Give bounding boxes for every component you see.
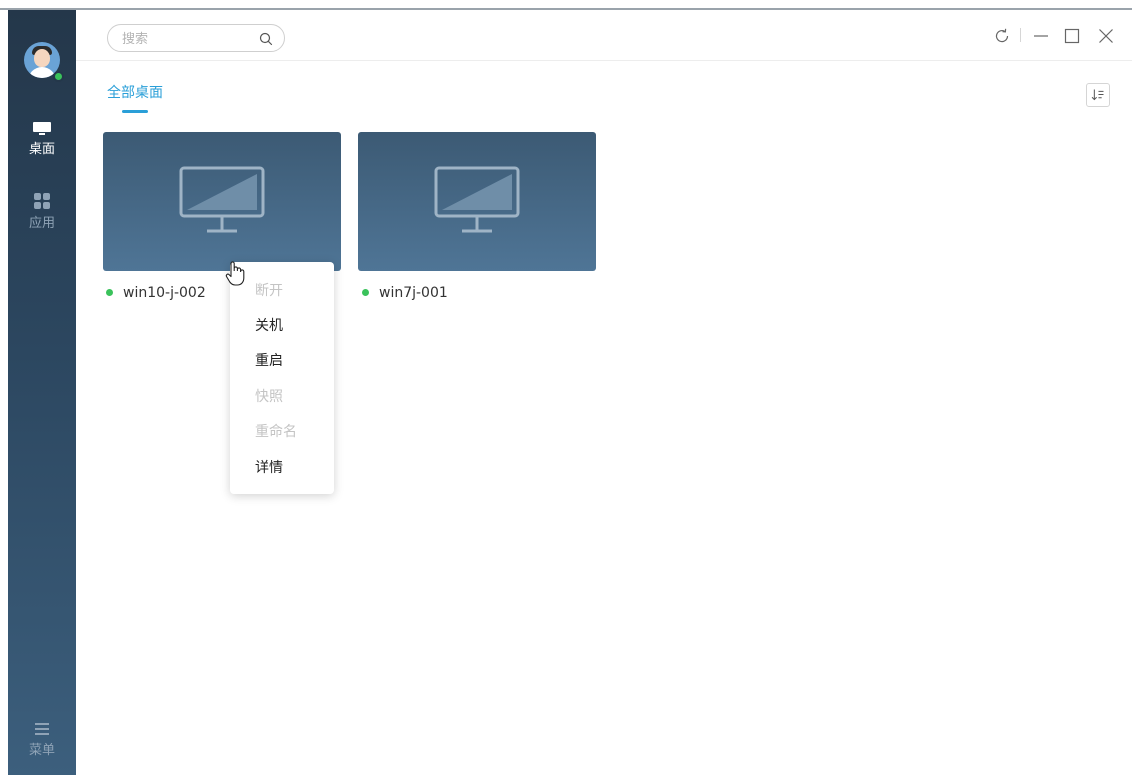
maximize-icon[interactable] <box>1062 26 1082 46</box>
desktop-name: win7j-001 <box>379 285 448 301</box>
menu-item-rename[interactable]: 重命名 <box>255 422 297 442</box>
tab-all-desktops[interactable]: 全部桌面 <box>107 82 163 102</box>
search-input[interactable] <box>122 29 252 49</box>
sort-button[interactable] <box>1086 83 1110 107</box>
sidebar-item-label: 应用 <box>28 216 55 231</box>
sidebar-item-apps[interactable]: 应用 <box>8 193 76 231</box>
menu-item-details[interactable]: 详情 <box>255 458 283 478</box>
menu-item-disconnect[interactable]: 断开 <box>255 281 283 301</box>
minimize-icon[interactable] <box>1031 26 1051 46</box>
window-top-border <box>0 8 1132 10</box>
desktop-card[interactable] <box>103 132 341 271</box>
monitor-icon <box>434 166 520 233</box>
context-menu: 断开 关机 重启 快照 重命名 详情 <box>230 262 334 494</box>
online-status-dot <box>53 71 64 82</box>
sidebar: 桌面 应用 菜单 <box>8 10 76 775</box>
sidebar-menu-button[interactable]: 菜单 <box>8 723 76 758</box>
desktop-name: win10-j-002 <box>123 285 206 301</box>
online-status-dot <box>106 288 113 296</box>
header-separator <box>1020 28 1021 42</box>
hand-cursor-icon <box>225 261 245 286</box>
active-tab-indicator <box>122 110 148 113</box>
desktop-client-window: 桌面 应用 菜单 搜索 全部桌面 win10-j-002 win7j-001 断… <box>0 0 1132 775</box>
hamburger-icon <box>35 723 49 735</box>
menu-item-snapshot[interactable]: 快照 <box>255 387 283 407</box>
monitor-icon <box>33 122 51 135</box>
desktop-name-label[interactable]: win7j-001 <box>362 283 448 303</box>
header-divider <box>76 60 1132 61</box>
sidebar-menu-label: 菜单 <box>28 743 55 758</box>
refresh-icon[interactable] <box>992 26 1012 46</box>
desktop-name-label[interactable]: win10-j-002 <box>106 283 206 303</box>
sidebar-item-label: 桌面 <box>28 142 55 157</box>
menu-item-restart[interactable]: 重启 <box>255 351 283 371</box>
sidebar-item-desktop[interactable]: 桌面 <box>8 122 76 157</box>
close-icon[interactable] <box>1096 26 1116 46</box>
apps-grid-icon <box>34 193 50 209</box>
menu-item-shutdown[interactable]: 关机 <box>255 316 283 336</box>
search-box <box>107 24 285 52</box>
desktop-card[interactable] <box>358 132 596 271</box>
online-status-dot <box>362 288 369 296</box>
monitor-icon <box>179 166 265 233</box>
search-icon[interactable] <box>258 31 274 47</box>
